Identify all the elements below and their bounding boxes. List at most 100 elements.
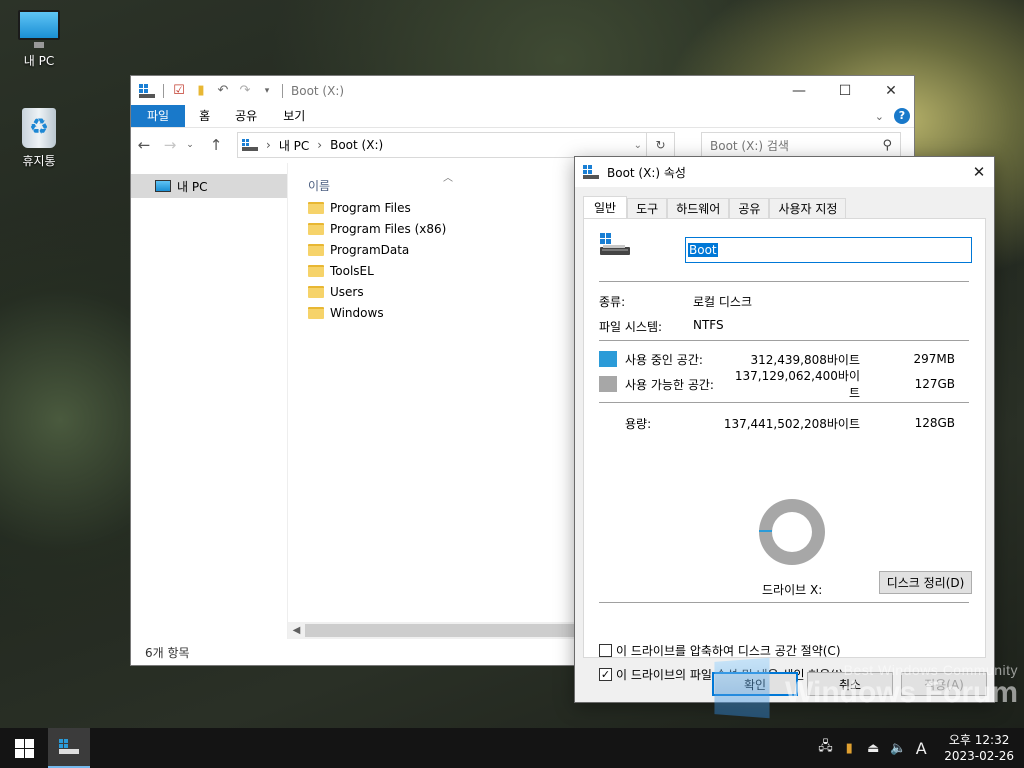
used-space-swatch [599, 351, 617, 367]
index-checkbox[interactable]: ✓ [599, 668, 612, 681]
search-input[interactable]: Boot (X:) 검색 ⚲ [701, 132, 901, 158]
drive-name-value: Boot [688, 243, 718, 257]
undo-icon[interactable]: ↶ [216, 83, 230, 98]
recent-locations-icon[interactable]: ⌄ [183, 140, 197, 150]
cancel-button[interactable]: 취소 [807, 672, 893, 696]
tab-view[interactable]: 보기 [270, 105, 318, 127]
file-name: Program Files [330, 200, 411, 215]
search-placeholder: Boot (X:) 검색 [710, 138, 789, 153]
tab-customize[interactable]: 사용자 지정 [769, 198, 847, 219]
ime-indicator[interactable]: A [914, 739, 928, 758]
dialog-tabs: 일반 도구 하드웨어 공유 사용자 지정 [583, 196, 847, 219]
tab-hardware[interactable]: 하드웨어 [667, 198, 730, 219]
start-button[interactable] [0, 728, 48, 768]
tab-share[interactable]: 공유 [222, 105, 270, 127]
redo-icon[interactable]: ↷ [238, 83, 252, 98]
drive-name-input[interactable]: Boot [685, 237, 972, 263]
filesystem-label: 파일 시스템: [599, 320, 663, 334]
usage-pie-chart [759, 499, 825, 565]
desktop-icon-recycle-bin[interactable]: ♻ 휴지통 [1, 108, 77, 169]
used-space-label: 사용 중인 공간: [625, 352, 703, 367]
system-tray: 🖧 ▮ ⏏ 🔈 A 오후 12:32 2023-02-26 [818, 732, 1024, 764]
expand-ribbon-icon[interactable]: ⌄ [875, 110, 884, 123]
compress-option[interactable]: 이 드라이브를 압축하여 디스크 공간 절약(C) [599, 642, 841, 659]
nav-item-label: 내 PC [177, 179, 208, 194]
tab-file[interactable]: 파일 [131, 105, 186, 127]
usb-icon[interactable]: ⏏ [866, 741, 880, 756]
close-icon[interactable]: ✕ [868, 76, 914, 105]
capacity-label: 용량: [625, 416, 652, 431]
divider [599, 402, 969, 403]
dialog-titlebar[interactable]: Boot (X:) 속성 ✕ [575, 157, 994, 187]
breadcrumb-item[interactable]: Boot (X:) [330, 138, 383, 152]
volume-icon[interactable]: 🔈 [890, 741, 906, 756]
column-header-label: 이름 [308, 178, 331, 193]
desktop-icon-this-pc[interactable]: 내 PC [1, 10, 77, 69]
folder-icon [308, 243, 324, 256]
file-name: Program Files (x86) [330, 221, 447, 236]
taskbar: 🖧 ▮ ⏏ 🔈 A 오후 12:32 2023-02-26 [0, 728, 1024, 768]
file-name: Users [330, 284, 364, 299]
windows-logo-icon [14, 738, 34, 758]
dialog-title: Boot (X:) 속성 [607, 165, 686, 180]
tab-tools[interactable]: 도구 [627, 198, 668, 219]
drive-icon [583, 165, 599, 179]
divider [599, 281, 969, 282]
folder-icon [308, 285, 324, 298]
drive-icon [242, 139, 258, 151]
file-name: Windows [330, 305, 384, 320]
customize-qat-icon[interactable]: ▾ [260, 84, 274, 98]
type-value: 로컬 디스크 [693, 295, 753, 309]
back-icon[interactable]: ← [137, 136, 151, 154]
ok-button[interactable]: 확인 [712, 672, 798, 696]
separator [163, 83, 164, 98]
scroll-left-icon[interactable]: ◀ [288, 625, 305, 636]
tab-general[interactable]: 일반 [583, 196, 628, 219]
new-folder-icon[interactable]: ▮ [194, 83, 208, 98]
breadcrumb-item[interactable]: 내 PC [279, 137, 309, 154]
compress-checkbox[interactable] [599, 644, 612, 657]
properties-dialog[interactable]: Boot (X:) 속성 ✕ 일반 도구 하드웨어 공유 사용자 지정 Boot… [574, 156, 995, 703]
close-icon[interactable]: ✕ [964, 157, 994, 187]
monitor-icon [155, 180, 171, 192]
address-bar[interactable]: › 내 PC › Boot (X:) ⌄ ↻ [237, 132, 675, 158]
sort-ascending-icon: ︿ [443, 173, 453, 184]
free-space-size: 127GB [914, 377, 955, 391]
used-space-row: 사용 중인 공간: 312,439,808바이트 297MB [599, 350, 969, 368]
folder-icon [308, 264, 324, 277]
separator [282, 83, 283, 98]
file-name: ProgramData [330, 242, 410, 257]
properties-icon[interactable]: ☑ [172, 83, 186, 98]
item-count: 6개 항목 [145, 645, 190, 660]
up-icon[interactable]: ↑ [209, 136, 223, 154]
clock[interactable]: 오후 12:32 2023-02-26 [944, 732, 1014, 764]
divider [599, 340, 969, 341]
drive-icon [600, 233, 630, 255]
network-icon[interactable]: 🖧 [818, 737, 833, 759]
explorer-titlebar[interactable]: ☑ ▮ ↶ ↷ ▾ Boot (X:) — ☐ ✕ [131, 76, 914, 105]
help-icon[interactable]: ? [894, 108, 910, 124]
tab-home[interactable]: 홈 [185, 105, 222, 127]
type-label: 종류: [599, 295, 626, 309]
maximize-icon[interactable]: ☐ [822, 76, 868, 105]
clock-time: 오후 12:32 [948, 733, 1010, 747]
nav-item-this-pc[interactable]: 내 PC [131, 174, 287, 198]
refresh-icon[interactable]: ↻ [646, 133, 674, 157]
breadcrumb-chevron-icon: › [317, 138, 323, 152]
taskbar-app-explorer[interactable] [48, 728, 90, 768]
forward-icon[interactable]: → [163, 136, 177, 154]
tool-tray-icon[interactable]: ▮ [842, 741, 856, 756]
used-space-bytes: 312,439,808바이트 [750, 352, 860, 367]
file-name: ToolsEL [330, 263, 374, 278]
drive-icon [139, 83, 155, 98]
apply-button[interactable]: 적용(A) [901, 672, 987, 696]
type-row: 종류: 로컬 디스크 [599, 293, 752, 310]
search-icon: ⚲ [882, 137, 892, 153]
minimize-icon[interactable]: — [776, 76, 822, 105]
free-space-label: 사용 가능한 공간: [625, 377, 714, 392]
filesystem-row: 파일 시스템: NTFS [599, 318, 724, 335]
tab-sharing[interactable]: 공유 [729, 198, 770, 219]
scrollbar-thumb[interactable] [305, 624, 585, 637]
disk-cleanup-button[interactable]: 디스크 정리(D) [879, 571, 972, 594]
address-dropdown-icon[interactable]: ⌄ [634, 140, 642, 151]
